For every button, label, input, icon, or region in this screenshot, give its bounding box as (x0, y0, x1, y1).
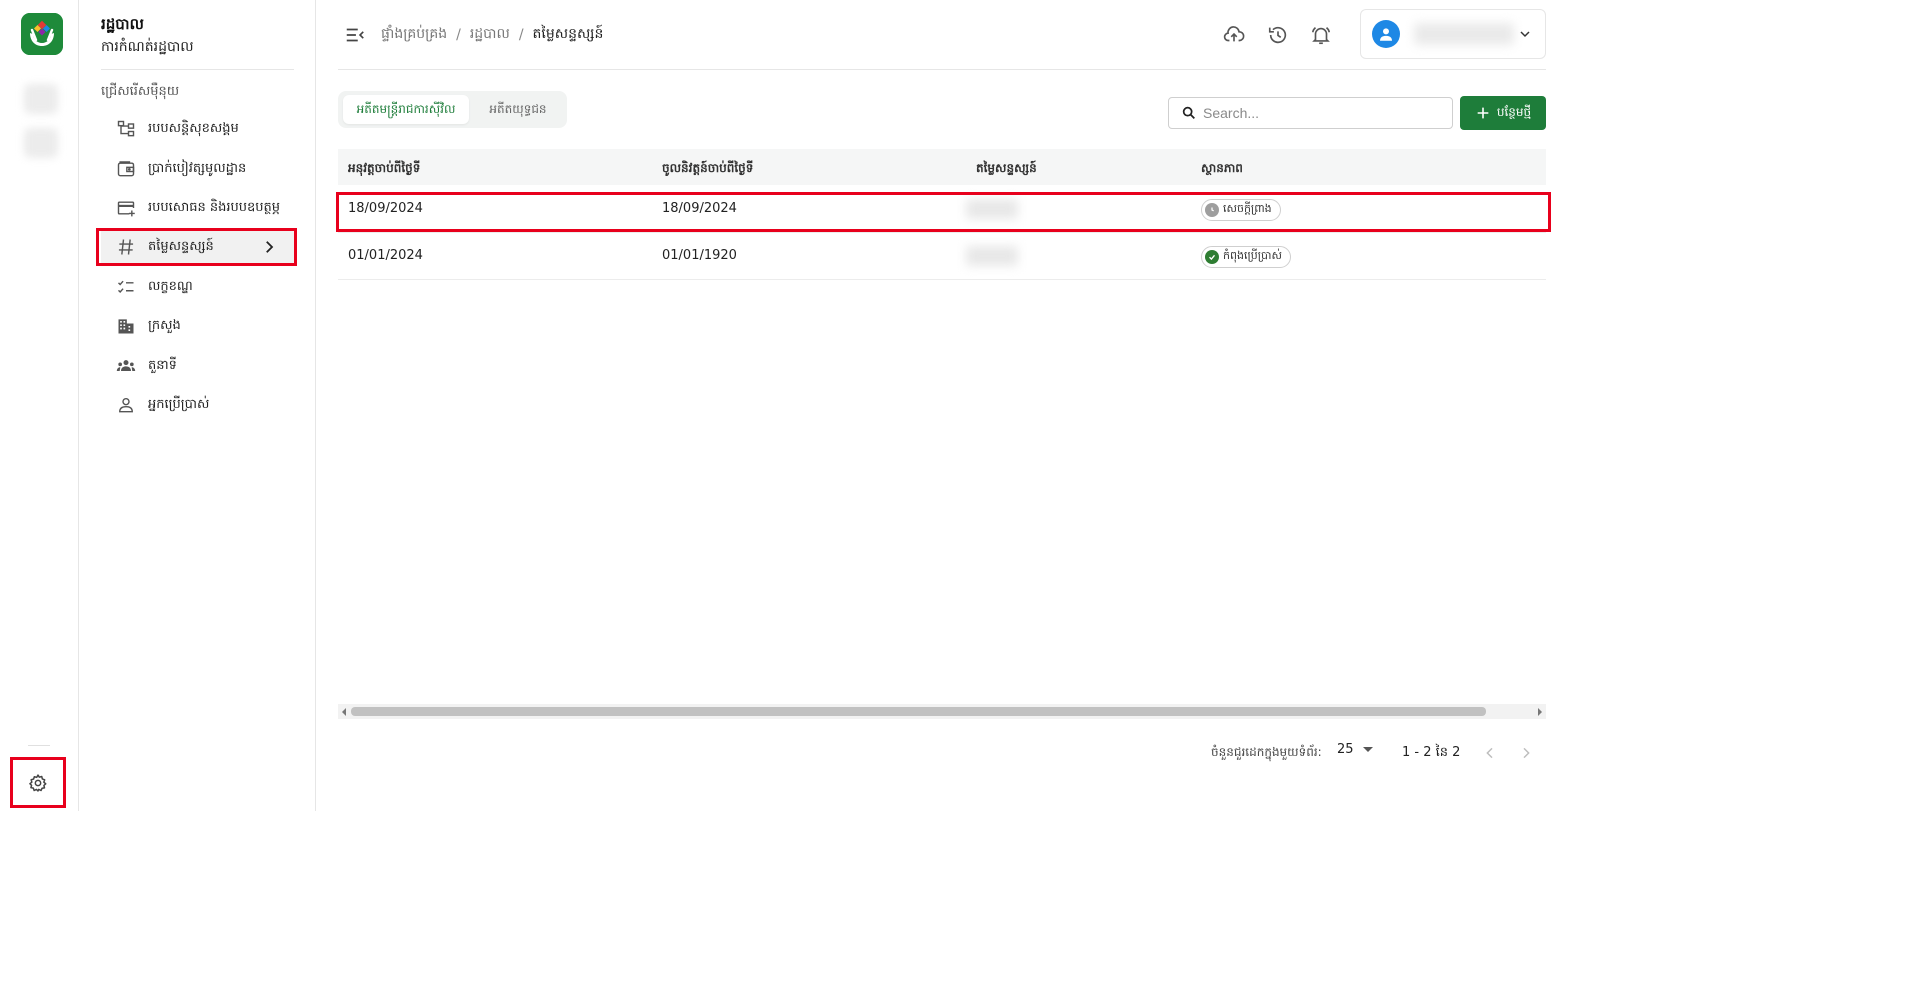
notifications-button[interactable] (1308, 22, 1334, 48)
user-menu[interactable] (1360, 9, 1546, 59)
plus-icon (1477, 107, 1489, 119)
rows-per-page-value: 25 (1337, 742, 1354, 757)
sidebar-item-roles[interactable]: តួនាទី (101, 349, 294, 383)
table-row[interactable]: 01/01/2024 01/01/1920 កំពុងប្រើប្រាស់ (338, 234, 1546, 280)
cell-apply-from: 01/01/2024 (348, 248, 423, 263)
pagination-range: 1 - 2 នៃ 2 (1402, 745, 1461, 760)
scroll-right-arrow-icon[interactable] (1538, 708, 1542, 716)
sidebar-item-pension[interactable]: របបសោធន និងរបបឧបត្ថម្ភ (101, 191, 294, 225)
breadcrumb-current: តម្លៃសន្ទស្សន៍ (532, 26, 604, 42)
cell-apply-from: 18/09/2024 (348, 201, 423, 216)
chevron-right-icon (1523, 747, 1530, 759)
breadcrumb-separator: / (456, 26, 461, 43)
clock-icon (1205, 203, 1219, 217)
sidebar-item-label: លក្ខខណ្ឌ (148, 278, 193, 294)
column-header-retire-from[interactable]: ចូលនិវត្តន៍ចាប់ពីថ្ងៃទី (662, 160, 753, 178)
tab-civil-servants[interactable]: អតីតមន្ត្រីរាជការស៊ីវិល (343, 95, 469, 124)
horizontal-scrollbar[interactable] (338, 704, 1546, 719)
sidebar-item-social-security[interactable]: របបសន្តិសុខសង្គម (101, 112, 294, 146)
cell-index-value-redacted (966, 246, 1018, 266)
breadcrumb: ផ្ទាំងគ្រប់គ្រង / រដ្ឋបាល / តម្លៃសន្ទស្ស… (381, 24, 603, 45)
sidebar-item-users[interactable]: អ្នកប្រើប្រាស់ (101, 388, 294, 422)
app-logo[interactable] (21, 13, 63, 55)
chevron-left-icon (1486, 747, 1493, 759)
header-divider (338, 69, 1546, 70)
building-icon (115, 315, 137, 337)
sidebar-item-label: ក្រសួង (148, 317, 181, 333)
sidebar-item-label: របបសោធន និងរបបឧបត្ថម្ភ (148, 199, 281, 215)
sidebar-item-label: តួនាទី (148, 357, 177, 373)
rail-item-redacted[interactable] (24, 128, 58, 158)
status-badge: កំពុងប្រើប្រាស់ (1201, 246, 1291, 268)
breadcrumb-dashboard[interactable]: ផ្ទាំងគ្រប់គ្រង (381, 24, 447, 45)
sidebar-divider (101, 69, 294, 70)
sidebar-title: រដ្ឋបាល (101, 15, 144, 33)
scroll-left-arrow-icon[interactable] (342, 708, 346, 716)
rows-per-page-label: ចំនួនជួរដេកក្នុងមួយទំព័រ: (1211, 745, 1322, 759)
check-circle-icon (1205, 250, 1219, 264)
breadcrumb-admin[interactable]: រដ្ឋបាល (470, 24, 510, 45)
status-badge-label: សេចក្តីព្រាង (1223, 202, 1272, 215)
user-name-redacted (1414, 23, 1514, 45)
add-new-button[interactable]: បន្ថែមថ្មី (1460, 96, 1546, 130)
table-header: អនុវត្តចាប់ពីថ្ងៃទី ចូលនិវត្តន៍ចាប់ពីថ្ង… (338, 149, 1546, 185)
person-icon (1380, 28, 1392, 41)
add-new-label: បន្ថែមថ្មី (1496, 105, 1532, 119)
sidebar-item-label: របបសន្តិសុខសង្គម (148, 120, 239, 136)
tab-group: អតីតមន្ត្រីរាជការស៊ីវិល អតីតយុទ្ធជន (338, 91, 567, 128)
search-icon (1182, 106, 1195, 119)
column-header-apply-from[interactable]: អនុវត្តចាប់ពីថ្ងៃទី (348, 160, 420, 178)
bell-alert-icon (1311, 27, 1331, 45)
sidebar-item-label: អ្នកប្រើប្រាស់ (148, 396, 210, 412)
cell-retire-from: 18/09/2024 (662, 201, 737, 216)
cloud-upload-button[interactable] (1221, 22, 1247, 48)
rail-item-redacted[interactable] (24, 84, 58, 114)
checklist-icon (115, 276, 137, 298)
sidebar: រដ្ឋបាល ការកំណត់រដ្ឋបាល ជ្រើសរើសម៉ឺនុយ រ… (80, 0, 316, 811)
status-badge-label: កំពុងប្រើប្រាស់ (1223, 249, 1282, 262)
chevron-right-icon (266, 241, 274, 253)
sidebar-section-label: ជ្រើសរើសម៉ឺនុយ (101, 84, 180, 99)
icon-rail (0, 0, 79, 811)
menu-collapse-icon[interactable] (344, 24, 366, 46)
tab-veterans[interactable]: អតីតយុទ្ធជន (475, 95, 561, 124)
status-badge: សេចក្តីព្រាង (1201, 199, 1281, 221)
app-root: រដ្ឋបាល ការកំណត់រដ្ឋបាល ជ្រើសរើសម៉ឺនុយ រ… (0, 0, 1555, 811)
scrollbar-thumb[interactable] (351, 707, 1486, 716)
sidebar-item-conditions[interactable]: លក្ខខណ្ឌ (101, 270, 294, 304)
history-button[interactable] (1265, 22, 1291, 48)
cell-index-value-redacted (966, 199, 1018, 219)
rail-divider (28, 745, 50, 746)
sidebar-item-index-value[interactable]: តម្លៃសន្ទស្សន៍ (101, 230, 294, 264)
next-page-button[interactable] (1513, 740, 1539, 766)
sidebar-item-label: ប្រាក់បៀវត្សមូលដ្ឋាន (148, 160, 247, 176)
rows-per-page-select[interactable]: 25 (1337, 742, 1373, 757)
breadcrumb-separator: / (518, 26, 524, 43)
column-header-status[interactable]: ស្ថានភាព (1201, 160, 1243, 178)
sidebar-item-base-salary[interactable]: ប្រាក់បៀវត្សមូលដ្ឋាន (101, 152, 294, 186)
history-icon (1268, 26, 1287, 44)
table-row[interactable]: 18/09/2024 18/09/2024 សេចក្តីព្រាង (338, 187, 1546, 233)
person-icon (115, 394, 137, 416)
group-icon (115, 355, 137, 377)
sitemap-icon (115, 118, 137, 140)
hands-heart-logo-icon (21, 13, 63, 55)
cell-retire-from: 01/01/1920 (662, 248, 737, 263)
caret-down-icon (1362, 747, 1373, 752)
sidebar-subtitle: ការកំណត់រដ្ឋបាល (101, 39, 194, 55)
sidebar-item-ministry[interactable]: ក្រសួង (101, 309, 294, 343)
settings-button[interactable] (10, 757, 66, 808)
chevron-down-icon (1520, 31, 1530, 38)
sidebar-item-label: តម្លៃសន្ទស្សន៍ (148, 238, 214, 254)
gear-icon (29, 773, 47, 792)
search-box[interactable] (1168, 97, 1453, 129)
column-header-index-value[interactable]: តម្លៃសន្ទស្សន៍ (976, 160, 1037, 178)
search-input[interactable] (1203, 105, 1443, 121)
card-add-icon (115, 197, 137, 219)
avatar (1372, 20, 1400, 48)
previous-page-button[interactable] (1477, 740, 1503, 766)
wallet-icon (115, 158, 137, 180)
cloud-upload-icon (1223, 26, 1245, 42)
hash-icon (115, 236, 137, 258)
